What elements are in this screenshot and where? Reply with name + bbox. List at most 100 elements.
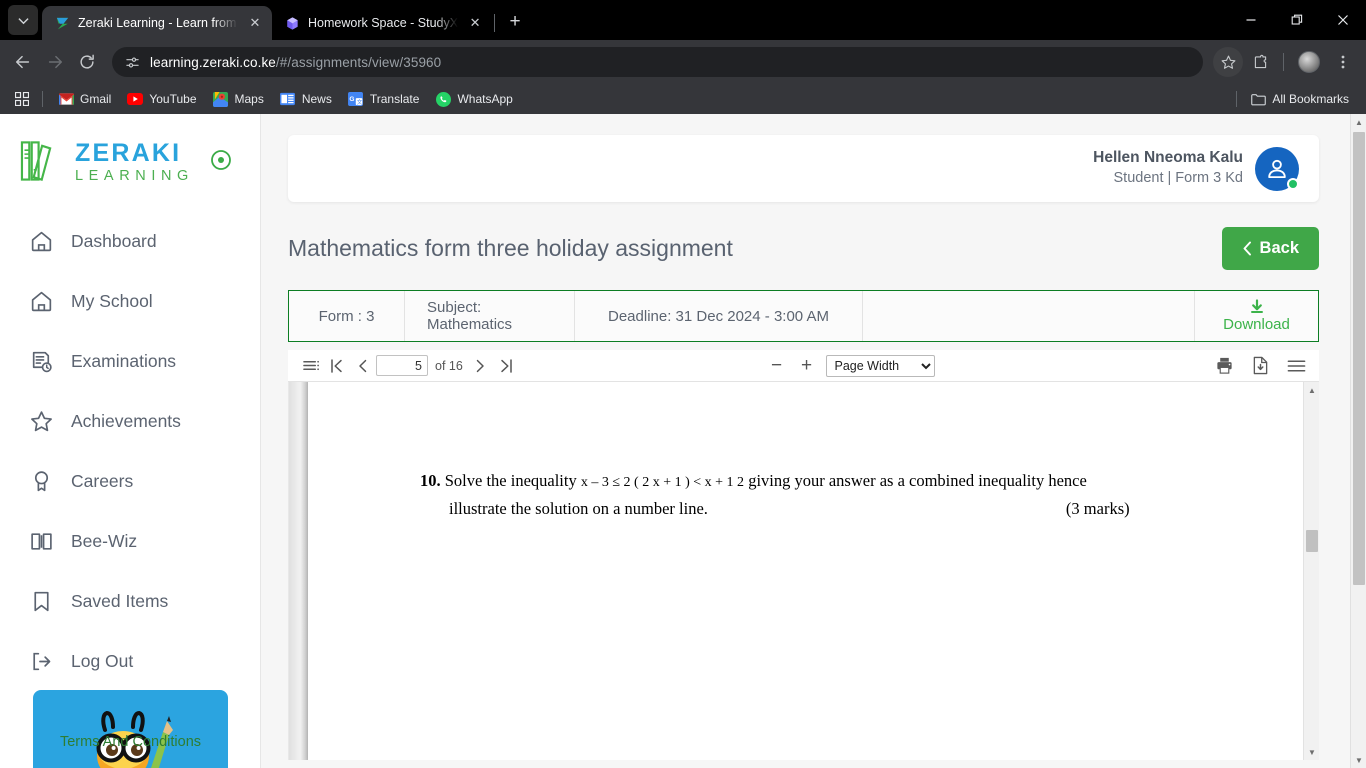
browser-tab-studyx[interactable]: Homework Space - StudyX ✕ (272, 6, 492, 40)
print-icon[interactable] (1211, 353, 1237, 379)
close-icon[interactable]: ✕ (246, 14, 264, 32)
minimize-icon[interactable] (1228, 0, 1274, 40)
pdf-toolbar-right (1211, 353, 1309, 379)
bookmark-whatsapp[interactable]: WhatsApp (428, 88, 519, 110)
person-icon (1268, 159, 1286, 178)
chrome-menu-icon[interactable] (1328, 47, 1358, 77)
whatsapp-icon (435, 91, 451, 107)
maps-icon (213, 91, 229, 107)
back-button-label: Back (1259, 239, 1299, 257)
chevron-down-icon (17, 17, 29, 24)
status-badge (1287, 177, 1299, 190)
terms-promo-label: Terms And Conditions (59, 734, 202, 750)
question-line-1: 10. Solve the inequality x – 3 ≤ 2 ( 2 x… (420, 468, 1213, 494)
bookmark-maps[interactable]: Maps (206, 88, 271, 110)
save-document-icon[interactable] (1247, 353, 1273, 379)
sidebar-item-dashboard[interactable]: Dashboard (0, 211, 260, 271)
sidebar-item-label: Saved Items (71, 590, 169, 611)
extensions-icon[interactable] (1245, 47, 1275, 77)
bookmark-star-icon[interactable] (1213, 47, 1243, 77)
site-settings-icon[interactable] (122, 52, 142, 72)
new-tab-button[interactable]: + (501, 8, 529, 36)
pdf-page-viewport[interactable]: 10. Solve the inequality x – 3 ≤ 2 ( 2 x… (288, 382, 1319, 760)
sidebar-item-my-school[interactable]: My School (0, 271, 260, 331)
address-bar[interactable]: learning.zeraki.co.ke/#/assignments/view… (112, 47, 1203, 77)
download-button[interactable]: Download (1195, 291, 1318, 341)
math-expression: x – 3 ≤ 2 ( 2 x + 1 ) < x + 1 2 (580, 475, 745, 490)
tab-search-button[interactable] (8, 5, 38, 35)
last-page-icon[interactable] (493, 353, 519, 379)
home-icon (28, 228, 54, 254)
zeraki-z-icon (54, 15, 70, 31)
logout-icon (28, 648, 54, 674)
restore-icon[interactable] (1274, 0, 1320, 40)
sidebar-nav: Dashboard My School Examinations Achieve… (0, 211, 260, 691)
books-logo-icon (20, 136, 65, 189)
bookmark-youtube[interactable]: YouTube (120, 88, 203, 110)
translate-icon: G文 (348, 91, 364, 107)
close-icon[interactable] (1320, 0, 1366, 40)
browser-window: Zeraki Learning - Learn from Ke ✕ Homewo… (0, 0, 1366, 768)
plus-icon[interactable]: + (796, 355, 818, 377)
sidebar-item-careers[interactable]: Careers (0, 451, 260, 511)
scroll-down-arrow-icon[interactable]: ▼ (1304, 744, 1319, 760)
sidebar-item-log-out[interactable]: Log Out (0, 631, 260, 691)
question-text-before: Solve the inequality (444, 471, 577, 490)
info-deadline: Deadline: 31 Dec 2024 - 3:00 AM (575, 291, 863, 341)
hamburger-menu-icon[interactable] (1283, 353, 1309, 379)
zoom-scale-select[interactable]: Page Width (825, 354, 935, 377)
sidebar-item-achievements[interactable]: Achievements (0, 391, 260, 451)
bookmark-translate[interactable]: G文 Translate (341, 88, 427, 110)
sidebar-item-examinations[interactable]: Examinations (0, 331, 260, 391)
bookmark-label: Maps (234, 92, 264, 106)
avatar[interactable] (1255, 146, 1299, 191)
sidebar-item-saved-items[interactable]: Saved Items (0, 571, 260, 631)
prev-page-icon[interactable] (350, 353, 376, 379)
sidebar-item-label: Dashboard (71, 230, 157, 251)
question-marks: (3 marks) (1065, 499, 1130, 519)
home-icon (28, 288, 54, 314)
toolbar-divider (1283, 53, 1284, 71)
chevron-left-icon (1243, 241, 1251, 256)
back-button[interactable]: Back (1221, 227, 1319, 270)
info-subject: Subject: Mathematics (405, 291, 575, 341)
reload-icon[interactable] (72, 47, 102, 77)
forward-arrow-icon[interactable] (40, 47, 70, 77)
next-page-icon[interactable] (467, 353, 493, 379)
page-scrollbar[interactable]: ▲ ▼ (1350, 114, 1366, 768)
star-icon (28, 408, 54, 434)
profile-avatar-icon[interactable] (1298, 51, 1320, 73)
scroll-up-arrow-icon[interactable]: ▲ (1304, 382, 1319, 398)
bookmark-news[interactable]: News (273, 88, 339, 110)
page-scrollbar-thumb[interactable] (1353, 132, 1365, 585)
window-controls (1228, 0, 1366, 40)
back-arrow-icon[interactable] (8, 47, 38, 77)
zoom-controls: − + Page Width (766, 354, 935, 377)
target-circle-icon[interactable] (210, 149, 232, 176)
apps-grid-icon[interactable] (10, 88, 34, 110)
youtube-icon (127, 91, 144, 107)
tab-strip: Zeraki Learning - Learn from Ke ✕ Homewo… (0, 0, 1366, 40)
main-content: Hellen Nneoma Kalu Student | Form 3 Kd M… (261, 114, 1366, 768)
page-number-input[interactable] (376, 355, 428, 376)
terms-promo-banner[interactable]: Terms And Conditions (33, 690, 228, 768)
bookmark-gmail[interactable]: Gmail (51, 88, 118, 110)
minus-icon[interactable]: − (766, 355, 788, 377)
first-page-icon[interactable] (324, 353, 350, 379)
thumbnails-toggle-icon[interactable] (298, 353, 324, 379)
page-scroll-up-arrow-icon[interactable]: ▲ (1351, 114, 1366, 130)
all-bookmarks-button[interactable]: All Bookmarks (1243, 88, 1356, 110)
sidebar-item-bee-wiz[interactable]: Bee-Wiz (0, 511, 260, 571)
page-scroll-down-arrow-icon[interactable]: ▼ (1351, 752, 1366, 768)
app-logo[interactable]: ZERAKI LEARNING (0, 114, 260, 189)
sidebar-item-label: My School (71, 290, 153, 311)
bookmark-label: YouTube (149, 92, 197, 106)
pdf-scrollbar[interactable]: ▲ ▼ (1303, 382, 1319, 760)
browser-tab-zeraki[interactable]: Zeraki Learning - Learn from Ke ✕ (42, 6, 272, 40)
close-icon[interactable]: ✕ (466, 14, 484, 32)
sidebar-item-label: Examinations (71, 350, 177, 371)
bookmark-label: Gmail (80, 92, 112, 106)
pdf-toolbar: of 16 − + Page Width (288, 350, 1319, 382)
info-form: Form : 3 (289, 291, 405, 341)
pdf-scrollbar-thumb[interactable] (1306, 530, 1318, 552)
